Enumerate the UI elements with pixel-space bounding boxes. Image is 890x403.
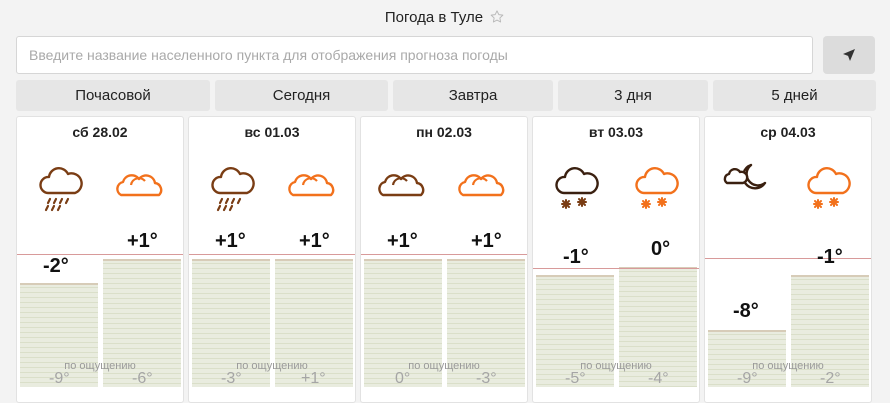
forecast-days: сб 28.02 -2° +1° по ощущению -9° -6° вс … — [16, 116, 876, 403]
feels-night-temp: -4° — [648, 370, 669, 387]
night-temp: +1° — [471, 230, 502, 252]
feels-day-temp: 0° — [395, 370, 411, 387]
cloud-rain-icon — [211, 167, 255, 212]
cloud-rain-icon — [39, 167, 83, 212]
tab-5-days[interactable]: 5 дней — [713, 80, 876, 111]
cloud-moon-icon — [723, 163, 767, 190]
zero-line — [705, 258, 871, 259]
feels-night-temp: +1° — [301, 370, 326, 387]
day-card: ср 04.03 -8° -1° по ощущению -9° -2° — [704, 116, 872, 403]
night-temp: +1° — [299, 230, 330, 252]
day-date: вс 01.03 — [244, 124, 300, 140]
zero-line — [17, 254, 183, 255]
feels-like-label: по ощущению — [580, 360, 652, 372]
feels-day-temp: -3° — [221, 370, 242, 387]
day-date: пн 02.03 — [416, 124, 472, 140]
feels-night-temp: -3° — [476, 370, 497, 387]
feels-like-label: по ощущению — [408, 360, 480, 372]
location-arrow-icon — [843, 49, 855, 61]
search-input[interactable] — [16, 36, 813, 74]
day-temp: -2° — [43, 255, 69, 277]
day-date: сб 28.02 — [72, 124, 128, 140]
night-temp: -1° — [817, 246, 843, 268]
cloudy-icon — [288, 174, 335, 197]
feels-night-temp: -6° — [132, 370, 153, 387]
search-row — [16, 36, 876, 76]
day-date: вт 03.03 — [588, 124, 644, 140]
locate-button[interactable] — [823, 36, 875, 74]
page-title: Погода в Туле — [384, 8, 484, 26]
day-card: вс 01.03 +1° +1° по ощущению -3° +1° — [188, 116, 356, 403]
feels-day-temp: -5° — [565, 370, 586, 387]
tab-tomorrow[interactable]: Завтра — [393, 80, 553, 111]
zero-line — [533, 268, 699, 269]
day-card: пн 02.03 +1° +1° по ощущению 0° -3° — [360, 116, 528, 403]
page-header: Погода в Туле — [0, 0, 890, 34]
feels-like-label: по ощущению — [64, 360, 136, 372]
day-temp: -1° — [563, 246, 589, 268]
cloud-snow-icon — [555, 167, 599, 209]
cloud-snow-icon — [807, 167, 851, 209]
zero-line — [361, 254, 527, 255]
feels-day-temp: -9° — [49, 370, 70, 387]
day-card: сб 28.02 -2° +1° по ощущению -9° -6° — [16, 116, 184, 403]
day-temp: +1° — [387, 230, 418, 252]
day-temp: +1° — [215, 230, 246, 252]
tab-today[interactable]: Сегодня — [215, 80, 388, 111]
day-temp: -8° — [733, 300, 759, 322]
cloud-snow-icon — [635, 167, 679, 209]
tab-3-days[interactable]: 3 дня — [558, 80, 708, 111]
cloudy-icon — [116, 174, 163, 197]
night-temp: +1° — [127, 230, 158, 252]
feels-night-temp: -2° — [820, 370, 841, 387]
cloudy-icon — [378, 174, 425, 197]
day-date: ср 04.03 — [760, 124, 816, 140]
feels-like-label: по ощущению — [752, 360, 824, 372]
day-card: вт 03.03 -1° 0° по ощущению -5° -4° — [532, 116, 700, 403]
night-temp: 0° — [651, 238, 671, 260]
star-outline-icon[interactable] — [489, 9, 505, 25]
zero-line — [189, 254, 355, 255]
feels-day-temp: -9° — [737, 370, 758, 387]
tab-hourly[interactable]: Почасовой — [16, 80, 210, 111]
cloudy-icon — [458, 174, 505, 197]
feels-like-label: по ощущению — [236, 360, 308, 372]
